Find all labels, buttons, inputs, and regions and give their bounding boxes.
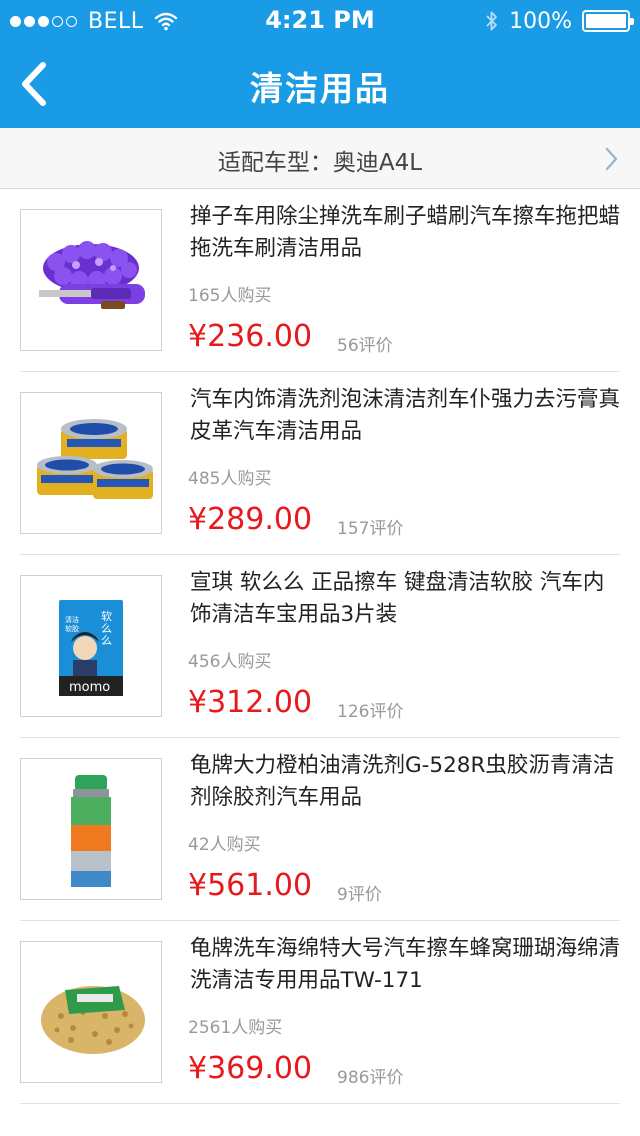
product-list: 掸子车用除尘掸洗车刷子蜡刷汽车擦车拖把蜡拖洗车刷清洁用品 165人购买 ¥236… bbox=[0, 189, 640, 1104]
product-price: ¥236.00 bbox=[188, 319, 313, 354]
product-price: ¥561.00 bbox=[188, 868, 313, 903]
product-title[interactable]: 掸子车用除尘掸洗车刷子蜡刷汽车擦车拖把蜡拖洗车刷清洁用品 bbox=[190, 201, 622, 265]
app-header: BELL 4:21 PM 100% 清洁用品 bbox=[0, 0, 640, 128]
review-count: 126评价 bbox=[337, 702, 404, 722]
pack-vertical-text: 软么么 bbox=[101, 609, 112, 647]
review-count: 986评价 bbox=[337, 1068, 404, 1088]
buyer-count: 2561人购买 bbox=[188, 1018, 283, 1038]
product-image[interactable]: 清洁软胶 软么么 momo bbox=[20, 575, 162, 717]
product-image[interactable] bbox=[20, 392, 162, 534]
product-item[interactable]: 龟牌洗车海绵特大号汽车擦车蜂窝珊瑚海绵清洗清洁专用用品TW-171 2561人购… bbox=[0, 921, 640, 1104]
battery-fill bbox=[586, 14, 626, 28]
product-item[interactable]: 掸子车用除尘掸洗车刷子蜡刷汽车擦车拖把蜡拖洗车刷清洁用品 165人购买 ¥236… bbox=[0, 189, 640, 372]
momo-pack-image: 清洁软胶 软么么 momo bbox=[59, 600, 123, 696]
product-price: ¥312.00 bbox=[188, 685, 313, 720]
product-price: ¥369.00 bbox=[188, 1051, 313, 1086]
review-count: 56评价 bbox=[337, 336, 393, 356]
product-image[interactable] bbox=[20, 941, 162, 1083]
vehicle-fit-selector[interactable]: 适配车型：奥迪A4L bbox=[0, 128, 640, 189]
spray-can-image bbox=[71, 775, 111, 887]
nav-bar: 清洁用品 bbox=[0, 40, 640, 128]
product-item[interactable]: 汽车内饰清洗剂泡沫清洁剂车仆强力去污膏真皮革汽车清洁用品 485人购买 ¥289… bbox=[0, 372, 640, 555]
review-count: 9评价 bbox=[337, 885, 382, 905]
product-title[interactable]: 龟牌大力橙柏油清洗剂G-528R虫胶沥青清洁剂除胶剂汽车用品 bbox=[190, 750, 622, 814]
status-bar: BELL 4:21 PM 100% bbox=[0, 0, 640, 40]
pack-brand-text: momo bbox=[69, 680, 110, 695]
product-image[interactable] bbox=[20, 758, 162, 900]
buyer-count: 165人购买 bbox=[188, 286, 272, 306]
sponge-image bbox=[41, 986, 145, 1054]
review-count: 157评价 bbox=[337, 519, 404, 539]
product-image[interactable] bbox=[20, 209, 162, 351]
bluetooth-icon bbox=[486, 11, 497, 31]
page-title: 清洁用品 bbox=[250, 69, 390, 108]
buyer-count: 485人购买 bbox=[188, 469, 272, 489]
vehicle-fit-label: 适配车型：奥迪A4L bbox=[217, 150, 423, 176]
paste-tins-image bbox=[37, 419, 153, 499]
buyer-count: 456人购买 bbox=[188, 652, 272, 672]
product-title[interactable]: 汽车内饰清洗剂泡沫清洁剂车仆强力去污膏真皮革汽车清洁用品 bbox=[190, 384, 622, 448]
battery-nub bbox=[630, 18, 634, 25]
product-title[interactable]: 龟牌洗车海绵特大号汽车擦车蜂窝珊瑚海绵清洗清洁专用用品TW-171 bbox=[190, 933, 622, 997]
battery-icon bbox=[582, 10, 634, 32]
product-price: ¥289.00 bbox=[188, 502, 313, 537]
chevron-right-icon bbox=[605, 147, 618, 171]
purple-duster-image bbox=[39, 241, 145, 309]
product-title[interactable]: 宣琪 软么么 正品擦车 键盘清洁软胶 汽车内饰清洁车宝用品3片装 bbox=[190, 567, 622, 631]
battery-percent: 100% bbox=[509, 8, 572, 34]
product-item[interactable]: 清洁软胶 软么么 momo 宣琪 软么么 正品擦车 键盘清洁软胶 汽车内饰清洁车… bbox=[0, 555, 640, 738]
status-right: 100% bbox=[485, 8, 634, 34]
product-item[interactable]: 龟牌大力橙柏油清洗剂G-528R虫胶沥青清洁剂除胶剂汽车用品 42人购买 ¥56… bbox=[0, 738, 640, 921]
buyer-count: 42人购买 bbox=[188, 835, 261, 855]
